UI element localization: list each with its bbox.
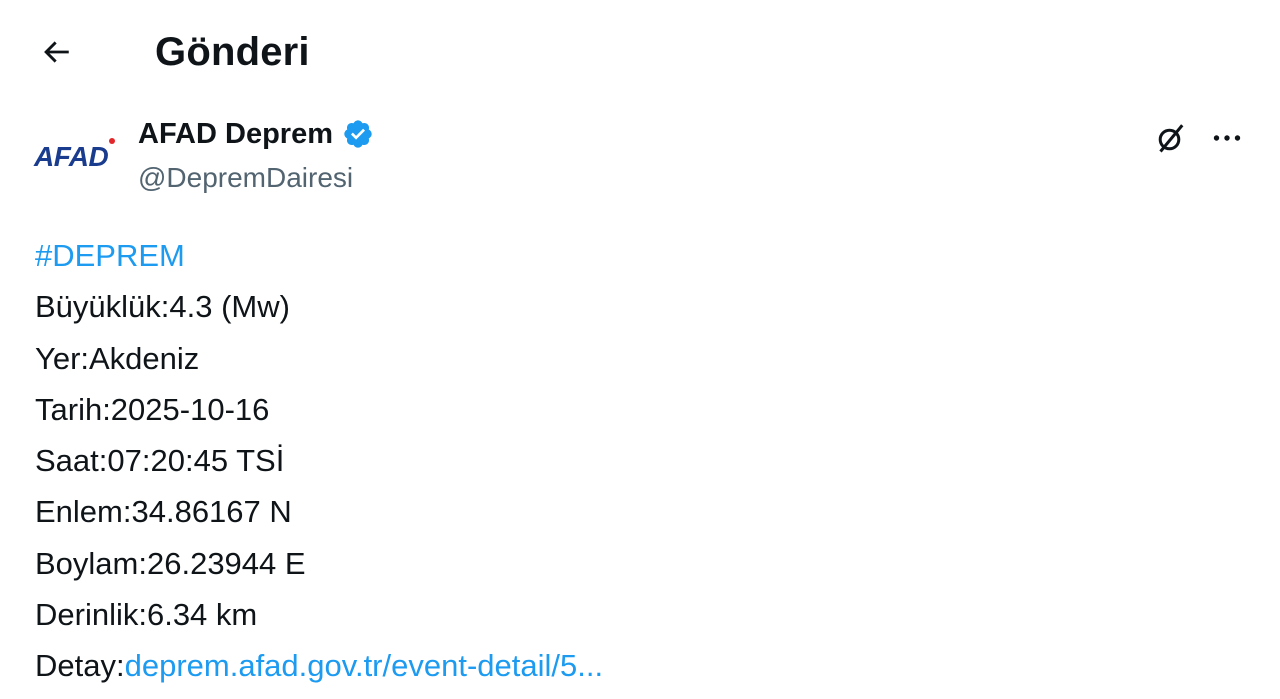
verified-badge-icon[interactable] xyxy=(341,117,375,151)
afad-logo: AFAD xyxy=(34,141,109,172)
page-title: Gönderi xyxy=(155,30,310,74)
grok-button[interactable] xyxy=(1150,117,1192,159)
detail-link[interactable]: deprem.afad.gov.tr/event-detail/5... xyxy=(125,648,603,683)
detail-line: Detay:deprem.afad.gov.tr/event-detail/5.… xyxy=(35,640,1255,691)
more-button[interactable] xyxy=(1206,117,1248,159)
back-button[interactable] xyxy=(34,30,78,74)
author-handle[interactable]: @DepremDairesi xyxy=(138,158,353,198)
page-header: Gönderi xyxy=(0,0,1280,100)
latitude-line: Enlem:34.86167 N xyxy=(35,494,292,530)
display-name[interactable]: AFAD Deprem xyxy=(138,114,333,154)
tweet-text: #DEPREM Büyüklük:4.3 (Mw) Yer:Akdeniz Ta… xyxy=(35,230,1255,692)
more-horizontal-icon xyxy=(1213,135,1241,141)
hashtag-line: #DEPREM xyxy=(35,230,1255,281)
grok-icon xyxy=(1158,124,1184,153)
logo-dot xyxy=(109,138,115,144)
author-name-row[interactable]: AFAD Deprem xyxy=(138,114,375,154)
time-line: Saat:07:20:45 TSİ xyxy=(35,443,285,479)
magnitude-line: Büyüklük:4.3 (Mw) xyxy=(35,289,290,325)
detail-label: Detay: xyxy=(35,648,125,684)
date-line: Tarih:2025-10-16 xyxy=(35,391,270,427)
location-line: Yer:Akdeniz xyxy=(35,340,200,376)
longitude-line: Boylam:26.23944 E xyxy=(35,545,306,581)
arrow-left-icon xyxy=(44,41,69,63)
depth-line: Derinlik:6.34 km xyxy=(35,597,258,633)
avatar[interactable]: AFAD xyxy=(34,132,120,182)
hashtag-link[interactable]: #DEPREM xyxy=(35,238,185,273)
